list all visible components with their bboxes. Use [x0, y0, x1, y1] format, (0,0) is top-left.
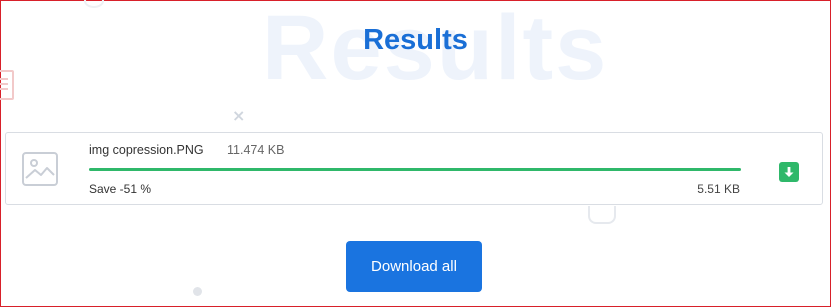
- decorative-shape: [588, 206, 616, 224]
- decorative-shape: [84, 0, 104, 8]
- image-placeholder-icon: [22, 152, 58, 186]
- page-title: Results: [363, 24, 468, 56]
- decorative-document-icon: [0, 70, 14, 100]
- decorative-x-icon: ×: [232, 106, 246, 125]
- file-name: img copression.PNG: [89, 143, 204, 157]
- decorative-dot: [193, 287, 202, 296]
- original-file-size: 11.474 KB: [227, 143, 285, 157]
- download-file-button[interactable]: [779, 162, 799, 182]
- progress-bar: [89, 168, 741, 171]
- savings-label: Save -51 %: [89, 182, 152, 196]
- progress-bar-fill: [89, 168, 741, 171]
- result-card: img copression.PNG 11.474 KB Save -51 % …: [5, 132, 823, 205]
- compressed-file-size: 5.51 KB: [697, 182, 740, 196]
- download-arrow-icon: [784, 167, 794, 177]
- download-all-button[interactable]: Download all: [346, 241, 482, 292]
